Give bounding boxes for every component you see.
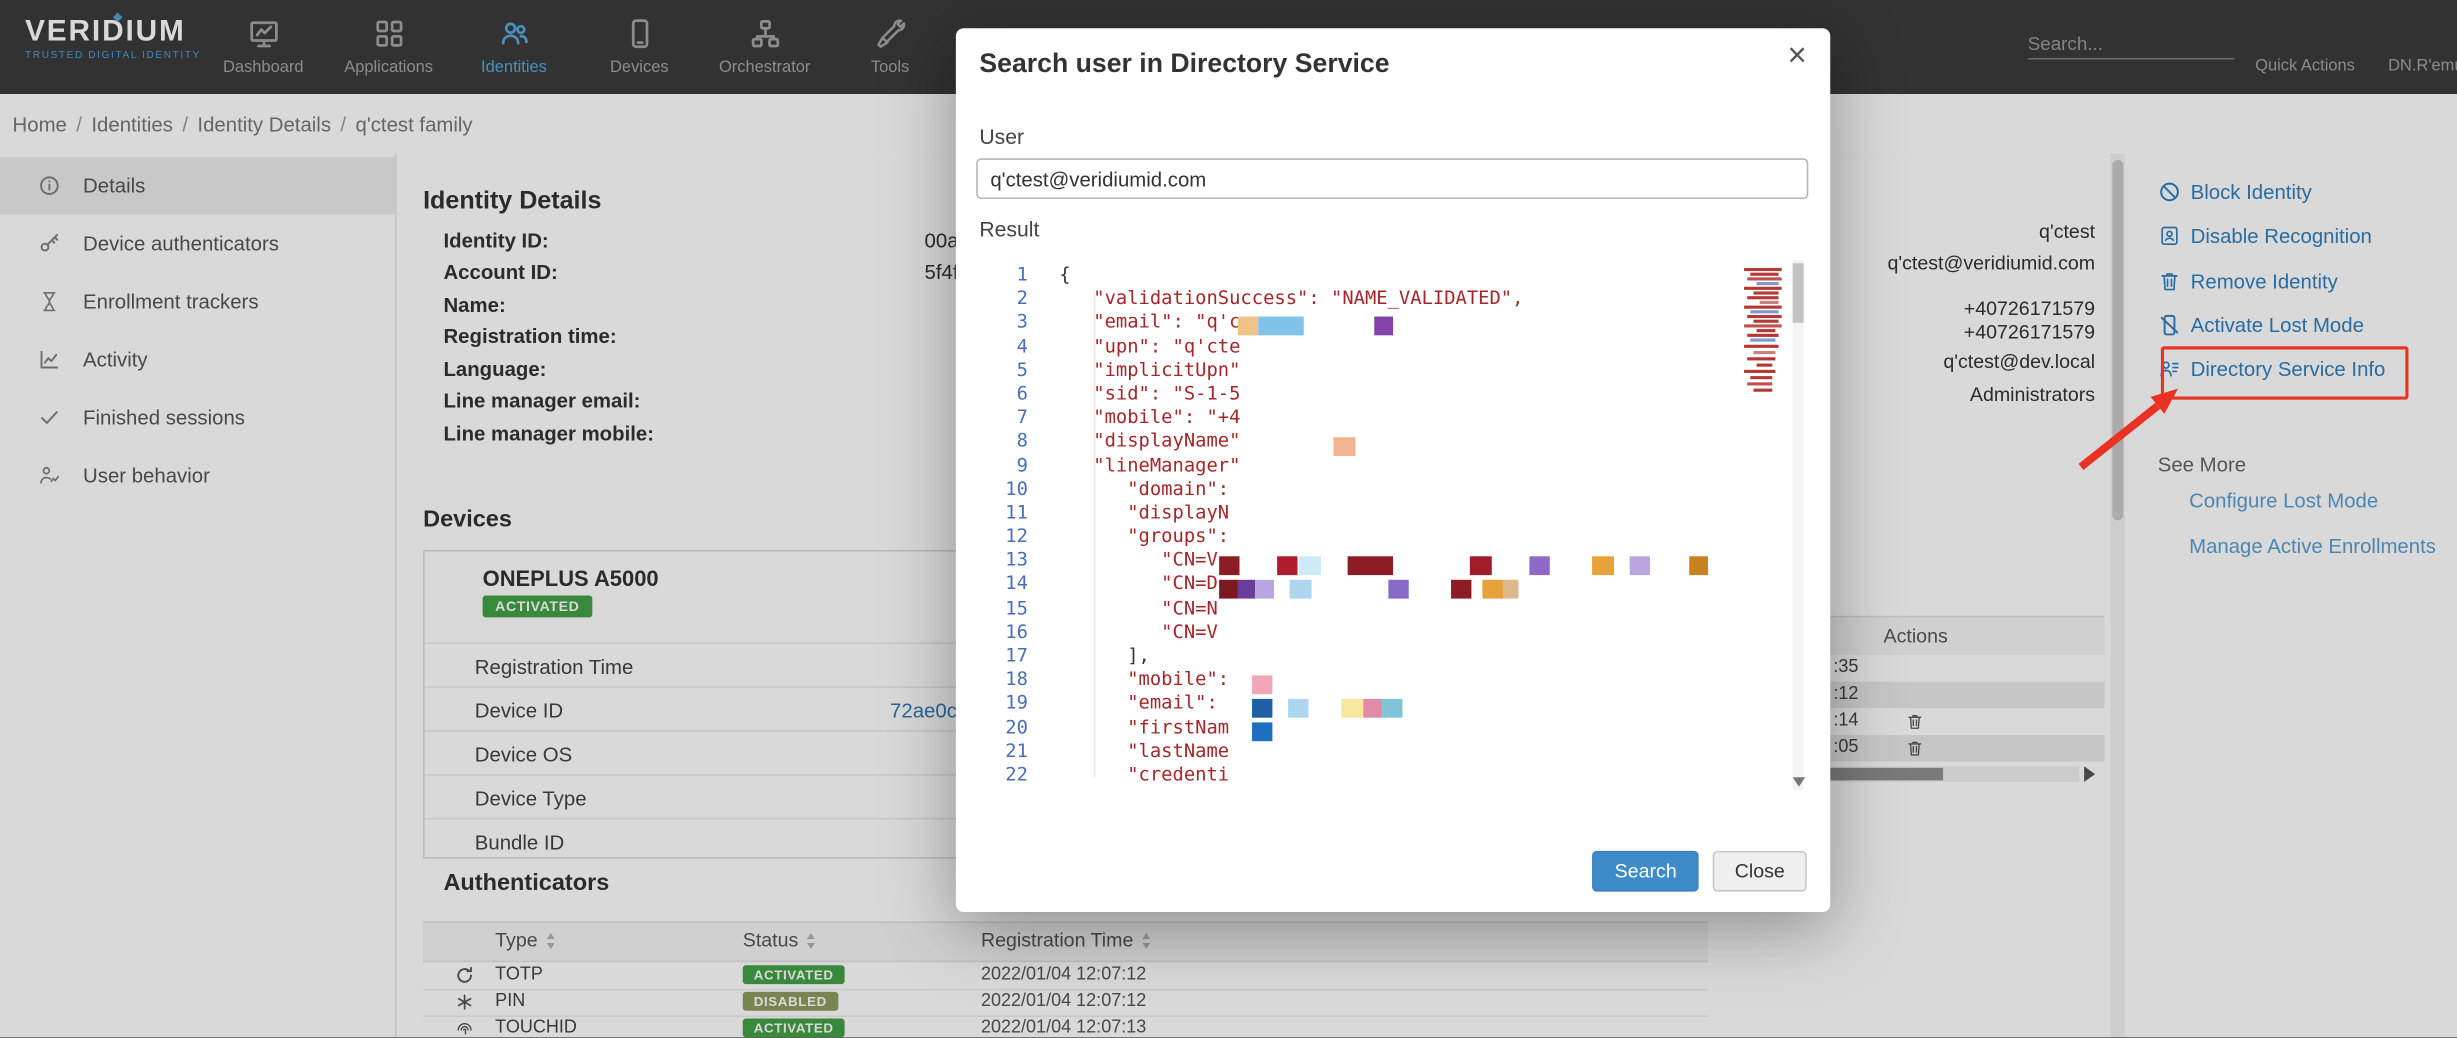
redaction-mark — [1382, 699, 1402, 718]
editor-minimap — [1716, 266, 1787, 398]
annotation-arrow — [2065, 373, 2190, 480]
redaction-mark — [1255, 580, 1274, 599]
directory-search-modal: Search user in Directory Service × User … — [956, 28, 1830, 912]
redaction-mark — [1363, 699, 1382, 718]
redaction-mark — [1388, 580, 1408, 599]
modal-title: Search user in Directory Service — [979, 49, 1389, 80]
redaction-mark — [1238, 317, 1258, 336]
search-button[interactable]: Search — [1593, 851, 1699, 892]
redaction-mark — [1219, 556, 1239, 575]
redaction-mark — [1252, 722, 1272, 741]
redaction-mark — [1470, 556, 1492, 575]
user-input[interactable] — [976, 158, 1808, 199]
redaction-mark — [1252, 675, 1272, 694]
redaction-mark — [1288, 699, 1308, 718]
close-button[interactable]: Close — [1713, 851, 1807, 892]
redaction-mark — [1258, 317, 1303, 336]
modal-footer: Search Close — [1593, 851, 1807, 892]
redaction-mark — [1341, 699, 1363, 718]
close-icon[interactable]: × — [1788, 39, 1807, 72]
result-label: Result — [979, 218, 1039, 242]
redaction-mark — [1451, 580, 1471, 599]
redaction-mark — [1529, 556, 1549, 575]
user-field-label: User — [979, 125, 1024, 149]
editor-scrollbar — [1793, 260, 1804, 790]
redaction-mark — [1219, 580, 1238, 599]
redaction-mark — [1277, 556, 1297, 575]
app-root: VERIDIUM ◆ TRUSTED DIGITAL IDENTITY Dash… — [0, 0, 2457, 1037]
redaction-mark — [1238, 580, 1255, 599]
editor-redactions — [976, 254, 1808, 796]
redaction-mark — [1630, 556, 1650, 575]
redaction-mark — [1334, 437, 1356, 456]
redaction-mark — [1299, 556, 1321, 575]
redaction-mark — [1290, 580, 1312, 599]
redaction-mark — [1689, 556, 1708, 575]
annotation-highlight-box — [2161, 346, 2409, 399]
scrollbar-thumb[interactable] — [1793, 263, 1804, 323]
redaction-mark — [1374, 317, 1393, 336]
redaction-mark — [1482, 580, 1504, 599]
result-editor[interactable]: 1{2 "validationSuccess": "NAME_VALIDATED… — [976, 254, 1808, 796]
redaction-mark — [1503, 580, 1519, 599]
redaction-mark — [1252, 699, 1272, 718]
scrollbar-down-arrow[interactable] — [1793, 777, 1806, 793]
redaction-mark — [1592, 556, 1614, 575]
redaction-mark — [1348, 556, 1393, 575]
